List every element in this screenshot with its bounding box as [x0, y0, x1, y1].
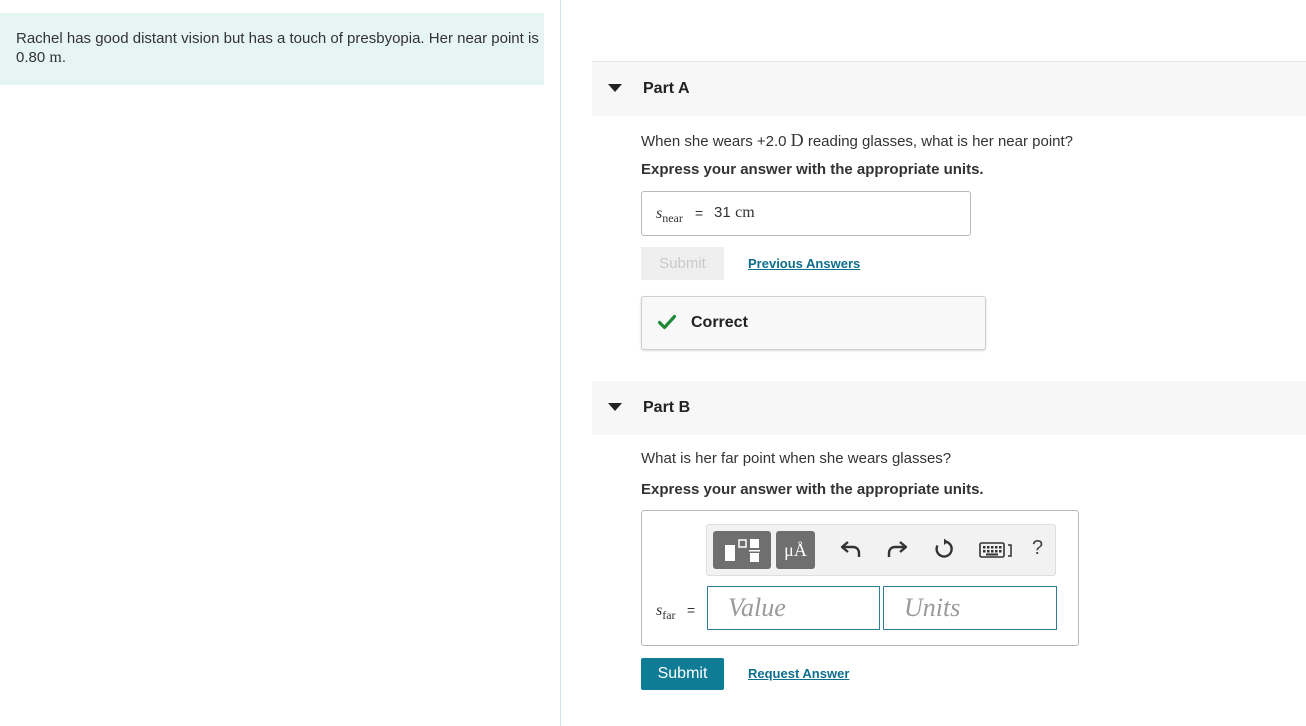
feedback-correct: Correct	[641, 296, 986, 350]
part-a-question-unit: D	[790, 130, 804, 150]
templates-icon	[725, 539, 760, 562]
part-b-equals: =	[687, 602, 696, 618]
snear-subscript: near	[662, 211, 683, 226]
collapse-caret-icon[interactable]	[608, 403, 622, 411]
undo-icon[interactable]	[840, 538, 862, 560]
part-a-answer-value: 31	[714, 204, 731, 221]
intro-text: Rachel has good distant vision but has a…	[16, 30, 539, 47]
part-a-answer-unit: cm	[735, 204, 755, 221]
value-input[interactable]: Value	[707, 586, 880, 630]
units-button-label: μÅ	[784, 539, 807, 560]
intro-value: 0.80	[16, 49, 46, 66]
part-b-question: What is her far point when she wears gla…	[641, 450, 952, 467]
problem-intro: Rachel has good distant vision but has a…	[0, 13, 544, 85]
feedback-label: Correct	[691, 314, 748, 331]
intro-unit: m	[49, 49, 62, 66]
sfar-label: sfar	[656, 602, 676, 623]
collapse-caret-icon[interactable]	[608, 84, 622, 92]
checkmark-icon	[658, 314, 676, 330]
answer-editor: μÅ ? sfar = Value Units	[641, 510, 1079, 646]
part-b-instruction: Express your answer with the appropriate…	[641, 481, 984, 498]
reset-icon[interactable]	[933, 538, 955, 560]
part-a-question-before: When she wears +2.0	[641, 133, 791, 150]
keyboard-icon[interactable]	[979, 541, 1015, 559]
templates-button[interactable]	[713, 531, 771, 569]
part-a-question-after: reading glasses, what is her near point?	[803, 133, 1073, 150]
units-button[interactable]: μÅ	[776, 531, 815, 569]
part-a-answer-box: snear = 31 cm	[641, 191, 971, 236]
math-toolbar: μÅ ?	[706, 524, 1056, 576]
help-button[interactable]: ?	[1032, 537, 1043, 560]
previous-answers-link[interactable]: Previous Answers	[748, 256, 860, 271]
intro-period: .	[61, 49, 66, 66]
part-a-answer: 31 cm	[714, 204, 755, 222]
part-a-header[interactable]: Part A	[592, 62, 1306, 116]
request-answer-link[interactable]: Request Answer	[748, 666, 849, 681]
part-a-question: When she wears +2.0 D reading glasses, w…	[641, 130, 1073, 151]
snear-label: snear	[656, 205, 683, 226]
part-b-title: Part B	[643, 399, 691, 416]
part-a-instruction: Express your answer with the appropriate…	[641, 161, 984, 178]
column-divider	[560, 0, 561, 726]
part-a-title: Part A	[643, 80, 690, 97]
units-input[interactable]: Units	[883, 586, 1057, 630]
redo-icon[interactable]	[886, 538, 908, 560]
page: Rachel has good distant vision but has a…	[0, 0, 1306, 726]
part-a-equals: =	[695, 205, 704, 221]
sfar-subscript: far	[662, 608, 676, 623]
part-b-submit-button[interactable]: Submit	[641, 658, 724, 690]
part-b-header[interactable]: Part B	[592, 381, 1306, 435]
part-a-submit-button[interactable]: Submit	[641, 247, 724, 280]
